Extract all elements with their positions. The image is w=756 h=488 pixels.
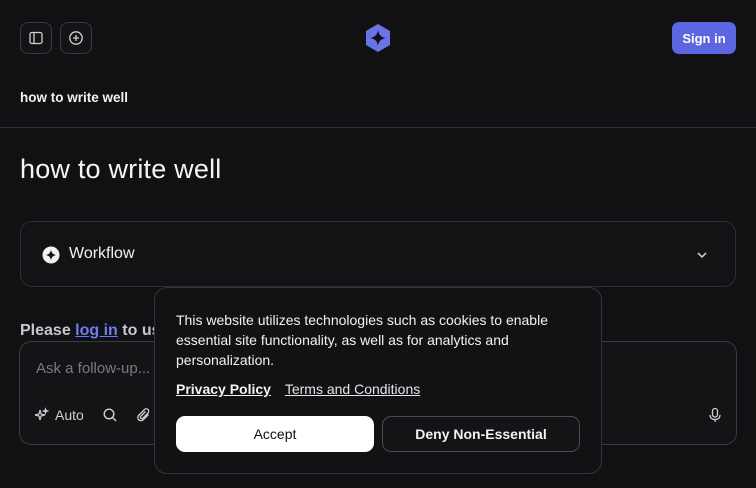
attach-button[interactable] [136,406,152,424]
paperclip-icon [137,408,150,422]
app-page: Sign in how to write well how to write w… [0,0,756,488]
sidebar-panel-icon [29,31,43,45]
new-thread-button[interactable] [60,22,92,54]
accept-cookies-button[interactable]: Accept [176,416,374,452]
microphone-icon [709,407,721,422]
sparkle-logo-icon[interactable] [363,23,393,53]
deny-non-essential-button[interactable]: Deny Non-Essential [382,416,580,452]
workflow-label: Workflow [69,245,135,262]
search-icon [103,408,117,422]
cookie-links: Privacy Policy Terms and Conditions [176,381,420,397]
breadcrumb-thread-title: how to write well [20,90,129,105]
login-prompt: Please log in to us [20,322,161,340]
header-divider [0,127,756,128]
sparkles-icon [34,407,49,421]
cookie-message: This website utilizes technologies such … [176,312,548,368]
terms-and-conditions-link[interactable]: Terms and Conditions [285,381,420,397]
follow-up-input[interactable]: Ask a follow-up... [36,360,150,377]
workflow-accordion[interactable]: Workflow [20,221,736,287]
search-mode-button[interactable] [102,406,118,424]
login-prompt-prefix: Please [20,322,71,339]
privacy-policy-link[interactable]: Privacy Policy [176,381,271,397]
voice-input-button[interactable] [707,406,723,424]
sidebar-toggle-button[interactable] [20,22,52,54]
sparkle-badge-icon [42,246,60,264]
sign-in-button[interactable]: Sign in [672,22,736,54]
page-title: how to write well [20,154,222,184]
log-in-link[interactable]: log in [75,322,118,339]
plus-circle-icon [69,31,83,45]
mode-label: Auto [55,407,84,423]
mode-selector[interactable]: Auto [33,406,84,424]
cookie-consent-dialog: This website utilizes technologies such … [154,287,602,474]
chevron-down-icon[interactable] [695,248,709,262]
